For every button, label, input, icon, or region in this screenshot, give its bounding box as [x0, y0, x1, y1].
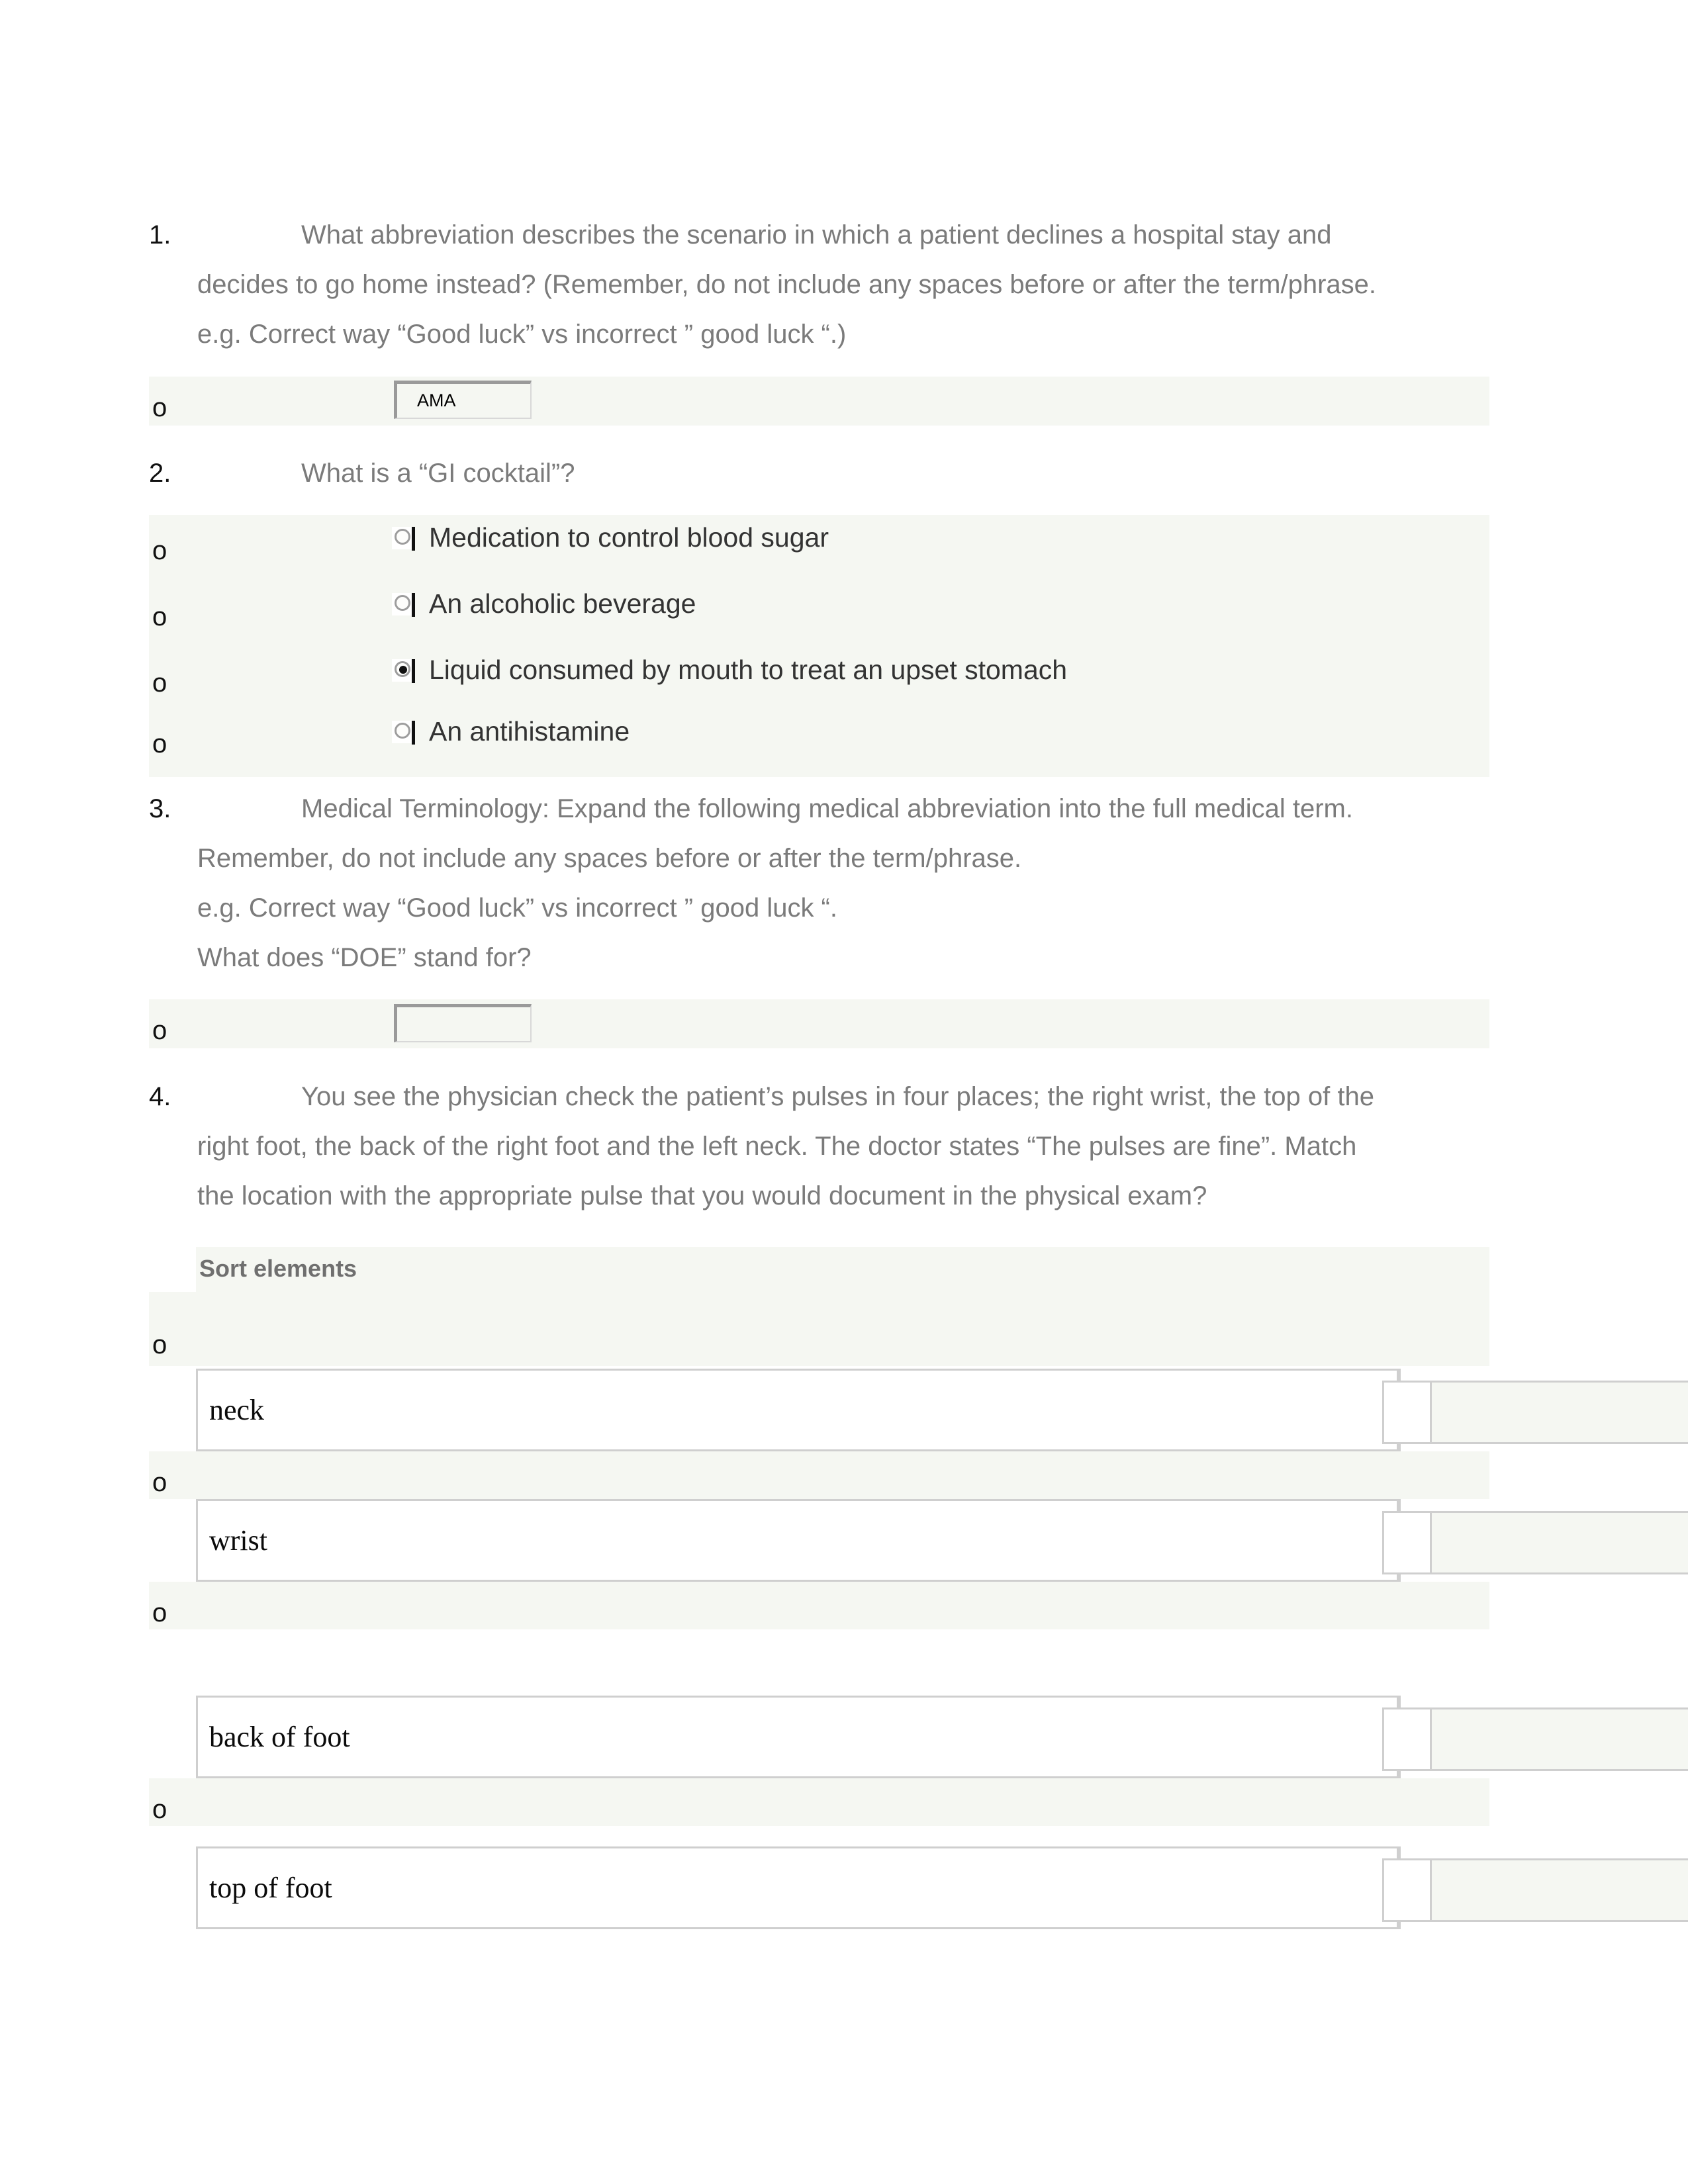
- sort-item-2-bullet: o: [152, 1468, 167, 1497]
- radio-button-icon[interactable]: [392, 720, 415, 745]
- sort-item-wrist[interactable]: wrist: [196, 1499, 1401, 1582]
- sort-item-neck[interactable]: neck: [196, 1369, 1401, 1451]
- radio-button-selected-icon[interactable]: [392, 659, 415, 683]
- question-4-number: 4.: [149, 1082, 171, 1111]
- sort-item-neck-label: neck: [209, 1394, 265, 1426]
- question-2-option-3-label: Liquid consumed by mouth to treat an ups…: [429, 655, 1068, 685]
- question-1-answer-band: o: [149, 377, 1489, 426]
- question-3-text-line-2: Remember, do not include any spaces befo…: [197, 844, 1022, 873]
- question-3-text-line-3: e.g. Correct way “Good luck” vs incorrec…: [197, 893, 837, 923]
- sort-item-top-of-foot[interactable]: top of foot: [196, 1846, 1401, 1929]
- question-2-number: 2.: [149, 459, 171, 488]
- question-2-option-3-bullet: o: [152, 668, 167, 698]
- sort-item-4-bullet: o: [152, 1795, 167, 1824]
- question-4-text-line-3: the location with the appropriate pulse …: [197, 1181, 1207, 1210]
- sort-slot-wrist[interactable]: [1382, 1511, 1688, 1574]
- question-3-answer-band: o: [149, 999, 1489, 1048]
- text-caret-icon: [412, 592, 415, 617]
- question-2-option-2[interactable]: An alcoholic beverage: [392, 590, 696, 617]
- question-3-bullet: o: [152, 1016, 167, 1045]
- worksheet-page: 1. What abbreviation describes the scena…: [0, 0, 1688, 2184]
- sort-item-1-band: o: [149, 1292, 1489, 1366]
- question-2-option-4-bullet: o: [152, 729, 167, 758]
- sort-item-2-band: o: [149, 1451, 1489, 1499]
- text-caret-icon: [412, 659, 415, 683]
- question-1-text-line-3: e.g. Correct way “Good luck” vs incorrec…: [197, 320, 847, 349]
- question-3-number: 3.: [149, 794, 171, 823]
- sort-item-top-of-foot-label: top of foot: [209, 1872, 332, 1904]
- question-2: 2. What is a “GI cocktail”?: [149, 449, 575, 498]
- radio-dot: [399, 665, 407, 674]
- question-2-text-line-1: What is a “GI cocktail”?: [301, 459, 575, 488]
- question-2-option-4[interactable]: An antihistamine: [392, 718, 630, 745]
- sort-slot-top-of-foot[interactable]: [1382, 1858, 1688, 1922]
- question-1-text-line-2: decides to go home instead? (Remember, d…: [197, 270, 1377, 299]
- question-1-answer-input[interactable]: AMA: [394, 381, 532, 419]
- sort-item-4-band: o: [149, 1778, 1489, 1826]
- question-2-answer-band: [149, 515, 1489, 777]
- radio-button-icon[interactable]: [392, 526, 415, 551]
- question-3-line-1: 3. Medical Terminology: Expand the follo…: [149, 784, 1353, 834]
- question-4: 4. You see the physician check the patie…: [149, 1072, 1374, 1221]
- radio-ring: [395, 594, 410, 611]
- question-1: 1. What abbreviation describes the scena…: [149, 210, 1376, 359]
- sort-slot-handle[interactable]: [1384, 1860, 1432, 1920]
- sort-item-3-bullet: o: [152, 1598, 167, 1627]
- question-1-line-1: 1. What abbreviation describes the scena…: [149, 210, 1376, 260]
- question-2-option-1-label: Medication to control blood sugar: [429, 522, 829, 553]
- sort-item-3-band: o: [149, 1582, 1489, 1629]
- question-3-text-line-1: Medical Terminology: Expand the followin…: [301, 794, 1353, 823]
- sort-item-1-bullet: o: [152, 1330, 167, 1359]
- question-1-number: 1.: [149, 220, 171, 250]
- sort-elements-heading: Sort elements: [199, 1255, 357, 1282]
- question-4-text-line-2: right foot, the back of the right foot a…: [197, 1132, 1357, 1161]
- sort-slot-handle[interactable]: [1384, 1383, 1432, 1442]
- sort-slot-handle[interactable]: [1384, 1709, 1432, 1769]
- question-3-text-line-4: What does “DOE” stand for?: [197, 943, 532, 972]
- question-2-option-1-bullet: o: [152, 536, 167, 565]
- question-4-line-1: 4. You see the physician check the patie…: [149, 1072, 1374, 1122]
- sort-slot-back-of-foot[interactable]: [1382, 1707, 1688, 1771]
- sort-item-wrist-label: wrist: [209, 1524, 267, 1557]
- question-2-option-1[interactable]: Medication to control blood sugar: [392, 524, 829, 551]
- question-2-option-2-label: An alcoholic beverage: [429, 588, 696, 619]
- question-1-bullet: o: [152, 393, 167, 422]
- sort-slot-handle[interactable]: [1384, 1513, 1432, 1572]
- sort-slot-neck[interactable]: [1382, 1381, 1688, 1444]
- question-3-answer-input[interactable]: [394, 1004, 532, 1042]
- question-2-line-1: 2. What is a “GI cocktail”?: [149, 449, 575, 498]
- question-2-option-4-label: An antihistamine: [429, 716, 630, 747]
- radio-ring: [395, 528, 410, 545]
- question-3: 3. Medical Terminology: Expand the follo…: [149, 784, 1353, 983]
- radio-button-icon[interactable]: [392, 592, 415, 617]
- question-2-option-3[interactable]: Liquid consumed by mouth to treat an ups…: [392, 657, 1067, 684]
- question-1-text-line-1: What abbreviation describes the scenario…: [301, 220, 1332, 250]
- sort-elements-band: [196, 1247, 1489, 1292]
- text-caret-icon: [412, 720, 415, 745]
- text-caret-icon: [412, 526, 415, 551]
- radio-ring: [395, 722, 410, 739]
- question-2-option-2-bullet: o: [152, 602, 167, 631]
- question-4-text-line-1: You see the physician check the patient’…: [301, 1082, 1374, 1111]
- sort-item-back-of-foot[interactable]: back of foot: [196, 1696, 1401, 1778]
- sort-item-back-of-foot-label: back of foot: [209, 1721, 350, 1753]
